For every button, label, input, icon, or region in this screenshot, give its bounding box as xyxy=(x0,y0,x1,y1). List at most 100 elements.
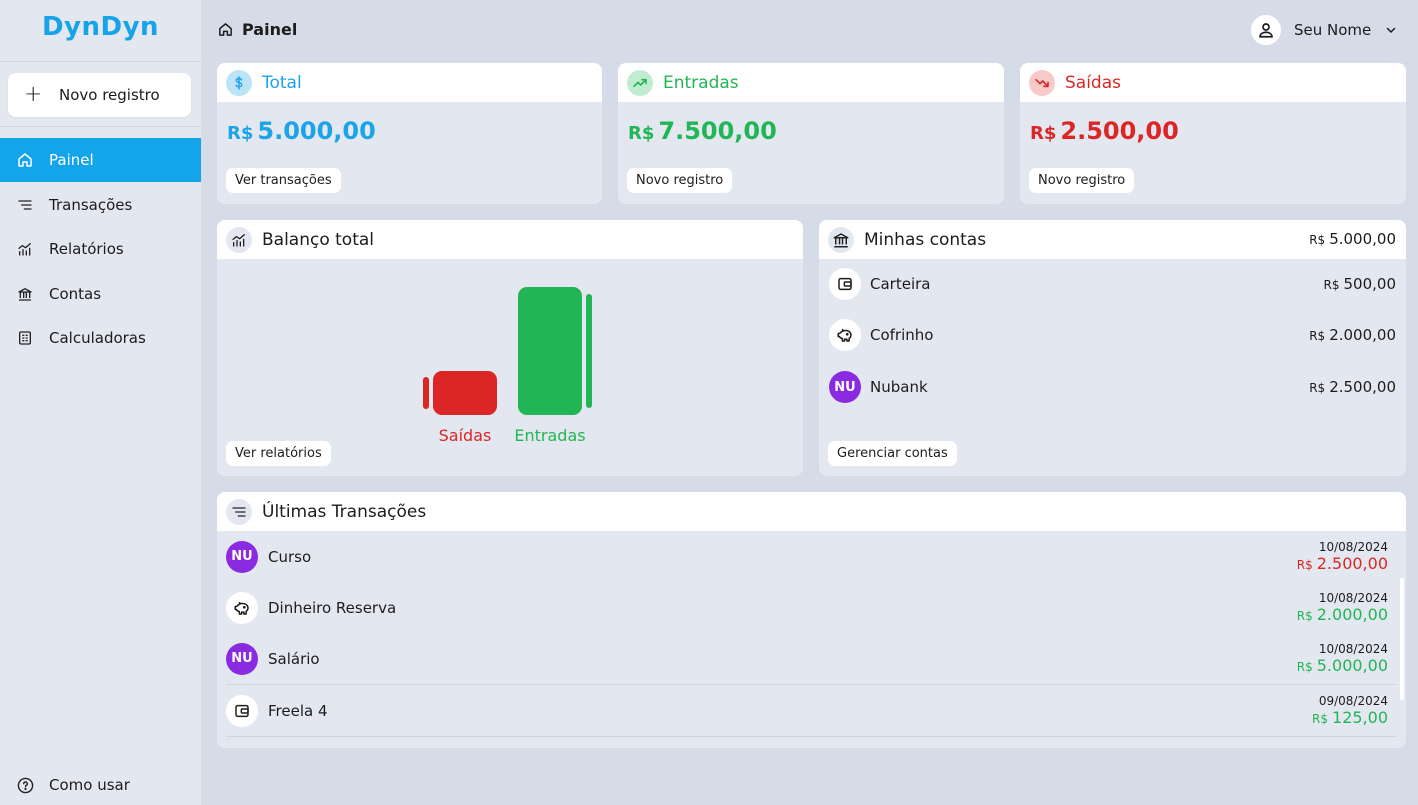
transaction-meta: 10/08/2024 R$ 2.000,00 xyxy=(1297,591,1388,624)
transaction-date: 10/08/2024 xyxy=(1318,591,1388,605)
currency-symbol: R$ xyxy=(1309,329,1326,343)
sidebar-item-transacoes[interactable]: Transações xyxy=(0,183,201,227)
account-row-cofrinho[interactable]: Cofrinho R$ 2.000,00 xyxy=(829,318,1396,352)
sidebar-item-label: Transações xyxy=(49,195,133,214)
new-income-button[interactable]: Novo registro xyxy=(627,168,733,193)
account-name: Cofrinho xyxy=(870,326,934,344)
amount-value: 2.000,00 xyxy=(1316,605,1388,624)
manage-accounts-button[interactable]: Gerenciar contas xyxy=(828,441,957,466)
currency-symbol: R$ xyxy=(628,123,655,144)
currency-symbol: R$ xyxy=(227,123,254,144)
bar-saídas[interactable] xyxy=(433,371,497,415)
sidebar-nav: Painel Transações Relatórios Contas Calc… xyxy=(0,138,201,361)
piggy-bank-icon xyxy=(829,319,861,351)
amount-value: 5.000,00 xyxy=(1329,230,1396,248)
view-reports-button[interactable]: Ver relatórios xyxy=(226,441,331,466)
sidebar-item-painel[interactable]: Painel xyxy=(0,138,201,182)
amount-value: 2.000,00 xyxy=(1329,326,1396,344)
divider xyxy=(0,61,201,62)
card-title: Balanço total xyxy=(262,229,375,250)
nubank-logo: NU xyxy=(226,540,258,573)
wallet-icon xyxy=(226,694,258,727)
nubank-logo: NU xyxy=(226,642,258,675)
scrollbar[interactable] xyxy=(1400,578,1404,700)
transaction-row[interactable]: NU Curso 10/08/2024 R$ 2.500,00 xyxy=(226,531,1388,582)
new-expense-button[interactable]: Novo registro xyxy=(1029,168,1135,193)
sidebar-item-contas[interactable]: Contas xyxy=(0,272,201,316)
dollar-icon xyxy=(226,69,252,96)
card-header: Balanço total xyxy=(217,220,803,259)
trending-up-icon xyxy=(627,69,653,96)
income-card: Entradas R$ 7.500,00 Novo registro xyxy=(618,63,1004,204)
bar-accent-saídas xyxy=(423,377,429,409)
bank-icon xyxy=(828,226,854,253)
card-header: Saídas xyxy=(1020,63,1406,102)
amount-value: 500,00 xyxy=(1343,275,1397,293)
transaction-row[interactable]: Dinheiro Reserva 10/08/2024 R$ 2.000,00 xyxy=(226,582,1388,633)
wallet-icon xyxy=(829,268,861,300)
currency-symbol: R$ xyxy=(1296,660,1313,674)
transaction-date: 10/08/2024 xyxy=(1318,642,1388,656)
card-header: Minhas contas R$ 5.000,00 xyxy=(819,220,1406,259)
transaction-row[interactable]: Freela 4 09/08/2024 R$ 125,00 xyxy=(226,685,1388,736)
currency-symbol: R$ xyxy=(1309,233,1326,247)
currency-symbol: R$ xyxy=(1309,381,1326,395)
transaction-amount: R$ 2.500,00 xyxy=(1297,554,1388,573)
account-row-carteira[interactable]: Carteira R$ 500,00 xyxy=(829,267,1396,301)
account-row-nubank[interactable]: NU Nubank R$ 2.500,00 xyxy=(829,370,1396,404)
currency-symbol: R$ xyxy=(1030,123,1057,144)
transaction-name: Freela 4 xyxy=(268,701,328,720)
card-title: Entradas xyxy=(663,72,739,93)
sidebar-item-label: Calculadoras xyxy=(49,329,146,347)
transaction-name: Salário xyxy=(268,649,320,668)
plus-icon: + xyxy=(24,82,43,107)
sidebar-item-calculadoras[interactable]: Calculadoras xyxy=(0,316,201,360)
card-title: Minhas contas xyxy=(864,229,987,250)
user-name: Seu Nome xyxy=(1294,21,1372,39)
chart-icon xyxy=(226,226,252,253)
app-logo[interactable]: DynDyn xyxy=(0,12,201,42)
view-transactions-button[interactable]: Ver transações xyxy=(226,168,341,193)
amount-value: 2.500,00 xyxy=(1316,554,1388,573)
chevron-down-icon xyxy=(1385,24,1397,36)
home-icon xyxy=(16,151,34,169)
card-header: Entradas xyxy=(618,63,1004,102)
account-amount: R$ 2.000,00 xyxy=(1309,326,1396,344)
card-title: Últimas Transações xyxy=(262,501,427,522)
transactions-list[interactable]: NU Curso 10/08/2024 R$ 2.500,00 Dinheiro… xyxy=(217,531,1406,748)
transaction-meta: 09/08/2024 R$ 125,00 xyxy=(1312,694,1388,727)
balance-card: Balanço total Saídas Entradas Ver relató… xyxy=(217,220,803,476)
currency-symbol: R$ xyxy=(1312,712,1329,726)
sidebar-item-relatorios[interactable]: Relatórios xyxy=(0,227,201,271)
transaction-meta: 10/08/2024 R$ 5.000,00 xyxy=(1297,642,1388,675)
amount-value: 2.500,00 xyxy=(1329,378,1396,396)
help-link[interactable]: Como usar xyxy=(16,776,130,794)
new-record-button[interactable]: + Novo registro xyxy=(8,73,191,117)
user-menu[interactable]: Seu Nome xyxy=(1251,15,1397,45)
bar-entradas[interactable] xyxy=(518,287,582,415)
transaction-amount: R$ 2.000,00 xyxy=(1297,605,1388,624)
transaction-name: Curso xyxy=(268,547,312,566)
accounts-card: Minhas contas R$ 5.000,00 Carteira R$ 50… xyxy=(819,220,1406,476)
nubank-logo: NU xyxy=(829,371,861,403)
list-icon xyxy=(226,498,252,525)
transactions-card: Últimas Transações NU Curso 10/08/2024 R… xyxy=(217,492,1406,748)
amount-value: 5.000,00 xyxy=(1316,656,1388,675)
amount-value: 125,00 xyxy=(1332,708,1388,727)
income-amount: R$ 7.500,00 xyxy=(628,117,777,145)
transaction-name: Dinheiro Reserva xyxy=(268,598,397,617)
divider xyxy=(0,126,201,127)
divider xyxy=(226,736,1397,737)
transaction-meta: 10/08/2024 R$ 2.500,00 xyxy=(1297,540,1388,573)
bank-icon xyxy=(16,285,34,303)
amount-value: 7.500,00 xyxy=(658,117,777,145)
bar-label-entradas: Entradas xyxy=(514,426,585,445)
calculator-icon xyxy=(16,329,34,347)
expense-amount: R$ 2.500,00 xyxy=(1030,117,1179,145)
currency-symbol: R$ xyxy=(1296,558,1313,572)
transaction-date: 09/08/2024 xyxy=(1318,694,1388,708)
expense-card: Saídas R$ 2.500,00 Novo registro xyxy=(1020,63,1406,204)
total-card: Total R$ 5.000,00 Ver transações xyxy=(217,63,602,204)
new-record-label: Novo registro xyxy=(59,86,160,104)
transaction-row[interactable]: NU Salário 10/08/2024 R$ 5.000,00 xyxy=(226,633,1388,684)
